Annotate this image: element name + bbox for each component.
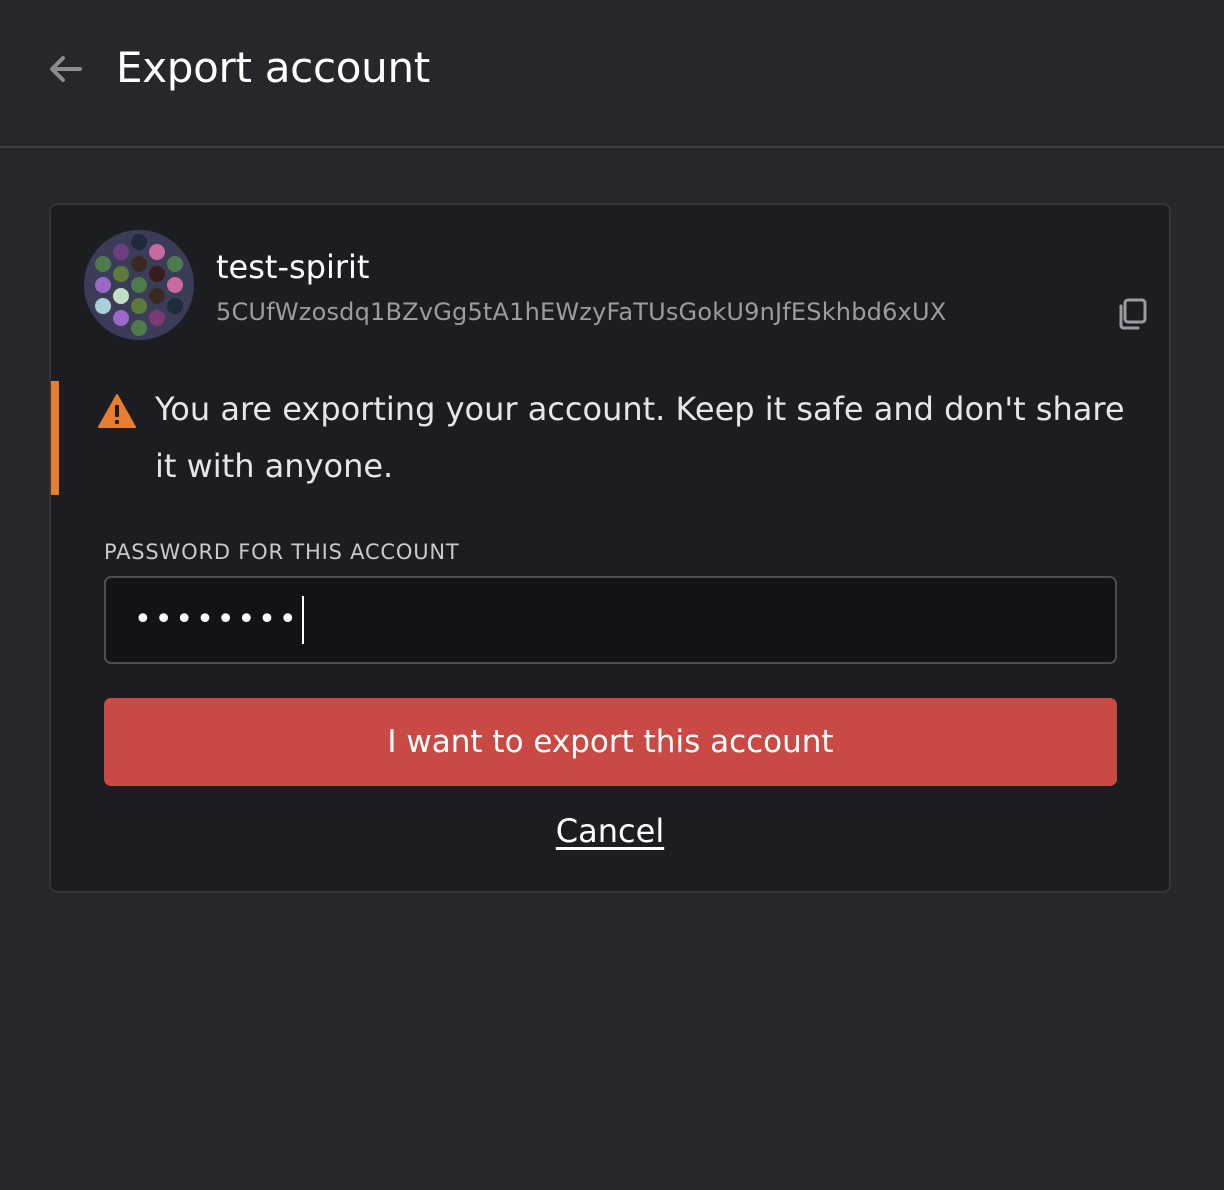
password-field[interactable]: •••••••• <box>104 576 1117 664</box>
export-account-card: test-spirit 5CUfWzosdq1BZvGg5tA1hEWzyFaT… <box>49 203 1171 893</box>
arrow-left-icon <box>50 56 82 82</box>
copy-address-button[interactable] <box>1113 295 1151 333</box>
export-account-button[interactable]: I want to export this account <box>104 698 1117 786</box>
page-title: Export account <box>116 43 430 92</box>
password-label: PASSWORD FOR THIS ACCOUNT <box>104 540 460 564</box>
account-identicon <box>84 230 194 340</box>
header: Export account <box>0 0 1224 148</box>
warning-triangle-icon <box>98 394 136 428</box>
export-warning: You are exporting your account. Keep it … <box>51 381 1131 495</box>
text-caret <box>301 596 304 644</box>
account-address: 5CUfWzosdq1BZvGg5tA1hEWzyFaTUsGokU9nJfES… <box>216 298 947 326</box>
cancel-link-row: Cancel <box>51 809 1169 853</box>
cancel-link[interactable]: Cancel <box>556 812 664 850</box>
back-button[interactable] <box>44 48 86 90</box>
copy-icon <box>1119 298 1147 330</box>
warning-text: You are exporting your account. Keep it … <box>155 390 1125 485</box>
account-name: test-spirit <box>216 248 370 286</box>
password-masked-value: •••••••• <box>134 602 300 637</box>
